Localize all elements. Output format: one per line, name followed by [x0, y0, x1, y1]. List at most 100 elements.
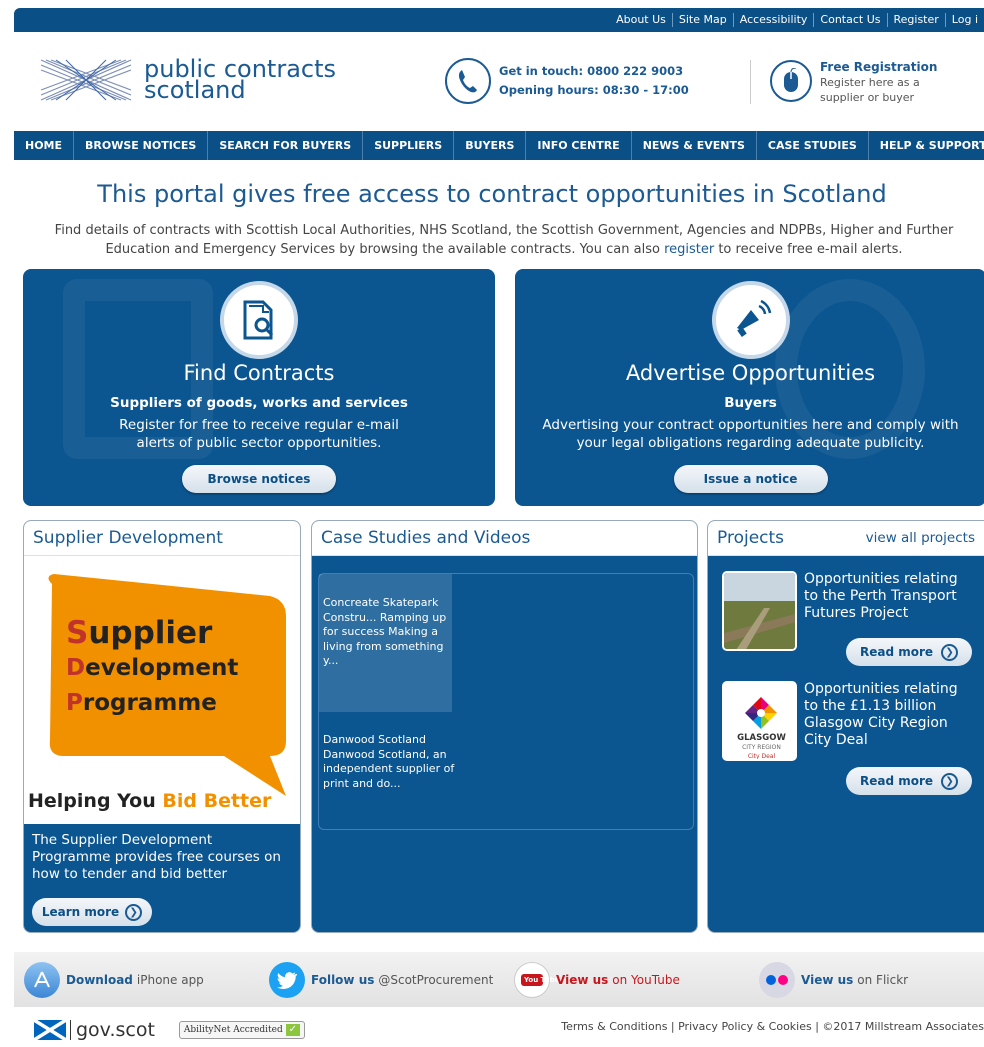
supplier-development-panel: Supplier Development Supplier Developmen…: [23, 520, 301, 933]
project-text[interactable]: Opportunities relating to the Perth Tran…: [804, 571, 976, 622]
read-more-button[interactable]: Read more ❯: [846, 638, 972, 666]
twitter-link[interactable]: Follow us @ScotProcurement: [269, 961, 493, 998]
intro-text-part-2: to receive free e-mail alerts.: [714, 242, 903, 257]
iphone-app-bold: Download: [66, 972, 133, 987]
glasgow-logo-line-3: City Deal: [747, 753, 776, 760]
learn-more-button[interactable]: Learn more ❯: [32, 898, 152, 926]
chevron-right-icon: ❯: [941, 643, 959, 661]
advertise-opportunities-title: Advertise Opportunities: [625, 361, 876, 385]
accessibility-link[interactable]: Accessibility: [732, 13, 814, 27]
youtube-link[interactable]: You Tube View us on YouTube: [514, 961, 680, 998]
nav-case-studies[interactable]: CASE STUDIES: [757, 131, 869, 160]
projects-heading: Projects: [717, 528, 785, 548]
view-all-projects-link[interactable]: view all projects: [866, 530, 975, 546]
glasgow-city-deal-thumbnail[interactable]: GLASGOW CITY REGION City Deal: [722, 681, 797, 761]
checkmark-icon: ✓: [285, 1024, 300, 1036]
about-us-link[interactable]: About Us: [610, 13, 672, 27]
glasgow-logo-line-2: CITY REGION: [742, 744, 781, 751]
flickr-text: on Flickr: [857, 972, 909, 987]
sdp-letter-p: P: [66, 690, 83, 716]
intro-register-link[interactable]: register: [664, 242, 714, 257]
nav-buyers[interactable]: BUYERS: [454, 131, 527, 160]
case-study-item[interactable]: Danwood Scotland Danwood Scotland, an in…: [323, 733, 458, 791]
site-map-link[interactable]: Site Map: [671, 13, 733, 27]
social-bar: Download iPhone app Follow us @ScotProcure…: [14, 952, 984, 1007]
abilitynet-label: AbilityNet Accredited: [183, 1025, 283, 1035]
find-contracts-title: Find Contracts: [183, 361, 335, 385]
read-more-button[interactable]: Read more ❯: [846, 767, 972, 795]
nav-suppliers[interactable]: SUPPLIERS: [363, 131, 455, 160]
chevron-right-icon: ❯: [941, 772, 959, 790]
saltire-flag-icon: [34, 1020, 66, 1040]
gov-scot-logo[interactable]: gov.scot: [70, 1020, 155, 1040]
find-contracts-subtitle: Suppliers of goods, works and services: [110, 395, 408, 411]
free-registration[interactable]: Free Registration Register here as a sup…: [770, 60, 937, 105]
iphone-app-text: iPhone app: [136, 972, 204, 987]
read-more-label: Read more: [859, 774, 934, 788]
intro-text: Find details of contracts with Scottish …: [30, 221, 978, 259]
footer-logos: gov.scot AbilityNet Accredited ✓: [34, 1020, 305, 1040]
advertise-opportunities-box: Advertise Opportunities Buyers Advertisi…: [515, 269, 984, 506]
nav-home[interactable]: HOME: [14, 131, 75, 160]
sdp-word-2: evelopment: [85, 655, 239, 681]
youtube-text: on YouTube: [612, 972, 680, 987]
sdp-word-1: upplier: [88, 615, 213, 651]
nav-info-centre[interactable]: INFO CENTRE: [526, 131, 632, 160]
case-study-item[interactable]: Concreate Skatepark Constru... Ramping u…: [323, 596, 458, 669]
find-contracts-desc-1: Register for free to receive regular e-m…: [119, 417, 399, 433]
nav-browse-notices[interactable]: BROWSE NOTICES: [74, 131, 209, 160]
free-registration-title[interactable]: Free Registration: [820, 60, 937, 74]
twitter-icon: [269, 961, 305, 998]
header-divider: [750, 60, 751, 104]
iphone-app-link[interactable]: Download iPhone app: [24, 961, 204, 998]
main-nav: HOME BROWSE NOTICES SEARCH FOR BUYERS SU…: [14, 131, 984, 160]
sdp-word-3: rogramme: [82, 690, 217, 716]
supplier-development-banner[interactable]: Supplier Development Programme Helping Y…: [24, 556, 300, 824]
utility-bar: About Us Site Map Accessibility Contact …: [14, 8, 984, 32]
supplier-development-desc: The Supplier Development Programme provi…: [32, 832, 281, 882]
phone-number: Get in touch: 0800 222 9003: [499, 64, 684, 78]
perth-transport-thumbnail[interactable]: [722, 571, 797, 651]
contact-info: Get in touch: 0800 222 9003 Opening hour…: [445, 58, 689, 104]
opening-hours: Opening hours: 08:30 - 17:00: [499, 83, 689, 97]
youtube-bold: View us: [556, 972, 609, 987]
footer-links[interactable]: Terms & Conditions | Privacy Policy & Co…: [561, 1020, 984, 1033]
youtube-logo-text: You Tube: [521, 973, 559, 986]
issue-notice-button[interactable]: Issue a notice: [673, 465, 828, 493]
flickr-link[interactable]: View us on Flickr: [759, 961, 909, 998]
contact-us-link[interactable]: Contact Us: [813, 13, 886, 27]
case-studies-carousel: Concreate Skatepark Constru... Ramping u…: [318, 573, 694, 830]
find-contracts-desc-2: alerts of public sector opportunities.: [136, 435, 382, 451]
register-link[interactable]: Register: [886, 13, 945, 27]
chevron-right-icon: ❯: [125, 903, 143, 921]
nav-news-events[interactable]: NEWS & EVENTS: [632, 131, 757, 160]
login-link[interactable]: Log i: [944, 13, 984, 27]
nav-help-support[interactable]: HELP & SUPPORT: [869, 131, 984, 160]
mouse-icon: [770, 60, 812, 102]
sdp-letter-d: D: [66, 655, 86, 681]
megaphone-icon: [711, 281, 790, 359]
app-store-icon: [24, 961, 60, 998]
sdp-letter-s: S: [66, 615, 89, 651]
advertise-subtitle: Buyers: [724, 395, 777, 411]
youtube-icon: You Tube: [514, 961, 559, 998]
case-studies-heading[interactable]: Case Studies and Videos: [321, 528, 530, 548]
site-logo[interactable]: public contracts scotland: [36, 55, 336, 105]
page-headline: This portal gives free access to contrac…: [97, 180, 887, 208]
supplier-development-heading[interactable]: Supplier Development: [33, 528, 223, 548]
flickr-icon: [759, 961, 795, 998]
browse-notices-button[interactable]: Browse notices: [182, 465, 336, 493]
find-contracts-box: Find Contracts Suppliers of goods, works…: [23, 269, 495, 506]
free-registration-line-2: supplier or buyer: [820, 91, 915, 104]
free-registration-line-1: Register here as a: [820, 76, 920, 89]
phone-icon: [445, 58, 491, 104]
sdp-tagline-b: Bid Better: [162, 790, 272, 812]
advertise-desc-1: Advertising your contract opportunities …: [542, 417, 959, 433]
learn-more-label: Learn more: [41, 905, 120, 919]
advertise-desc-2: your legal obligations regarding adequat…: [576, 435, 925, 451]
twitter-bold: Follow us: [311, 972, 375, 987]
abilitynet-badge[interactable]: AbilityNet Accredited ✓: [178, 1021, 305, 1039]
nav-search-for-buyers[interactable]: SEARCH FOR BUYERS: [208, 131, 364, 160]
project-text[interactable]: Opportunities relating to the £1.13 bill…: [804, 681, 976, 749]
logo-line-2: scotland: [144, 76, 246, 104]
